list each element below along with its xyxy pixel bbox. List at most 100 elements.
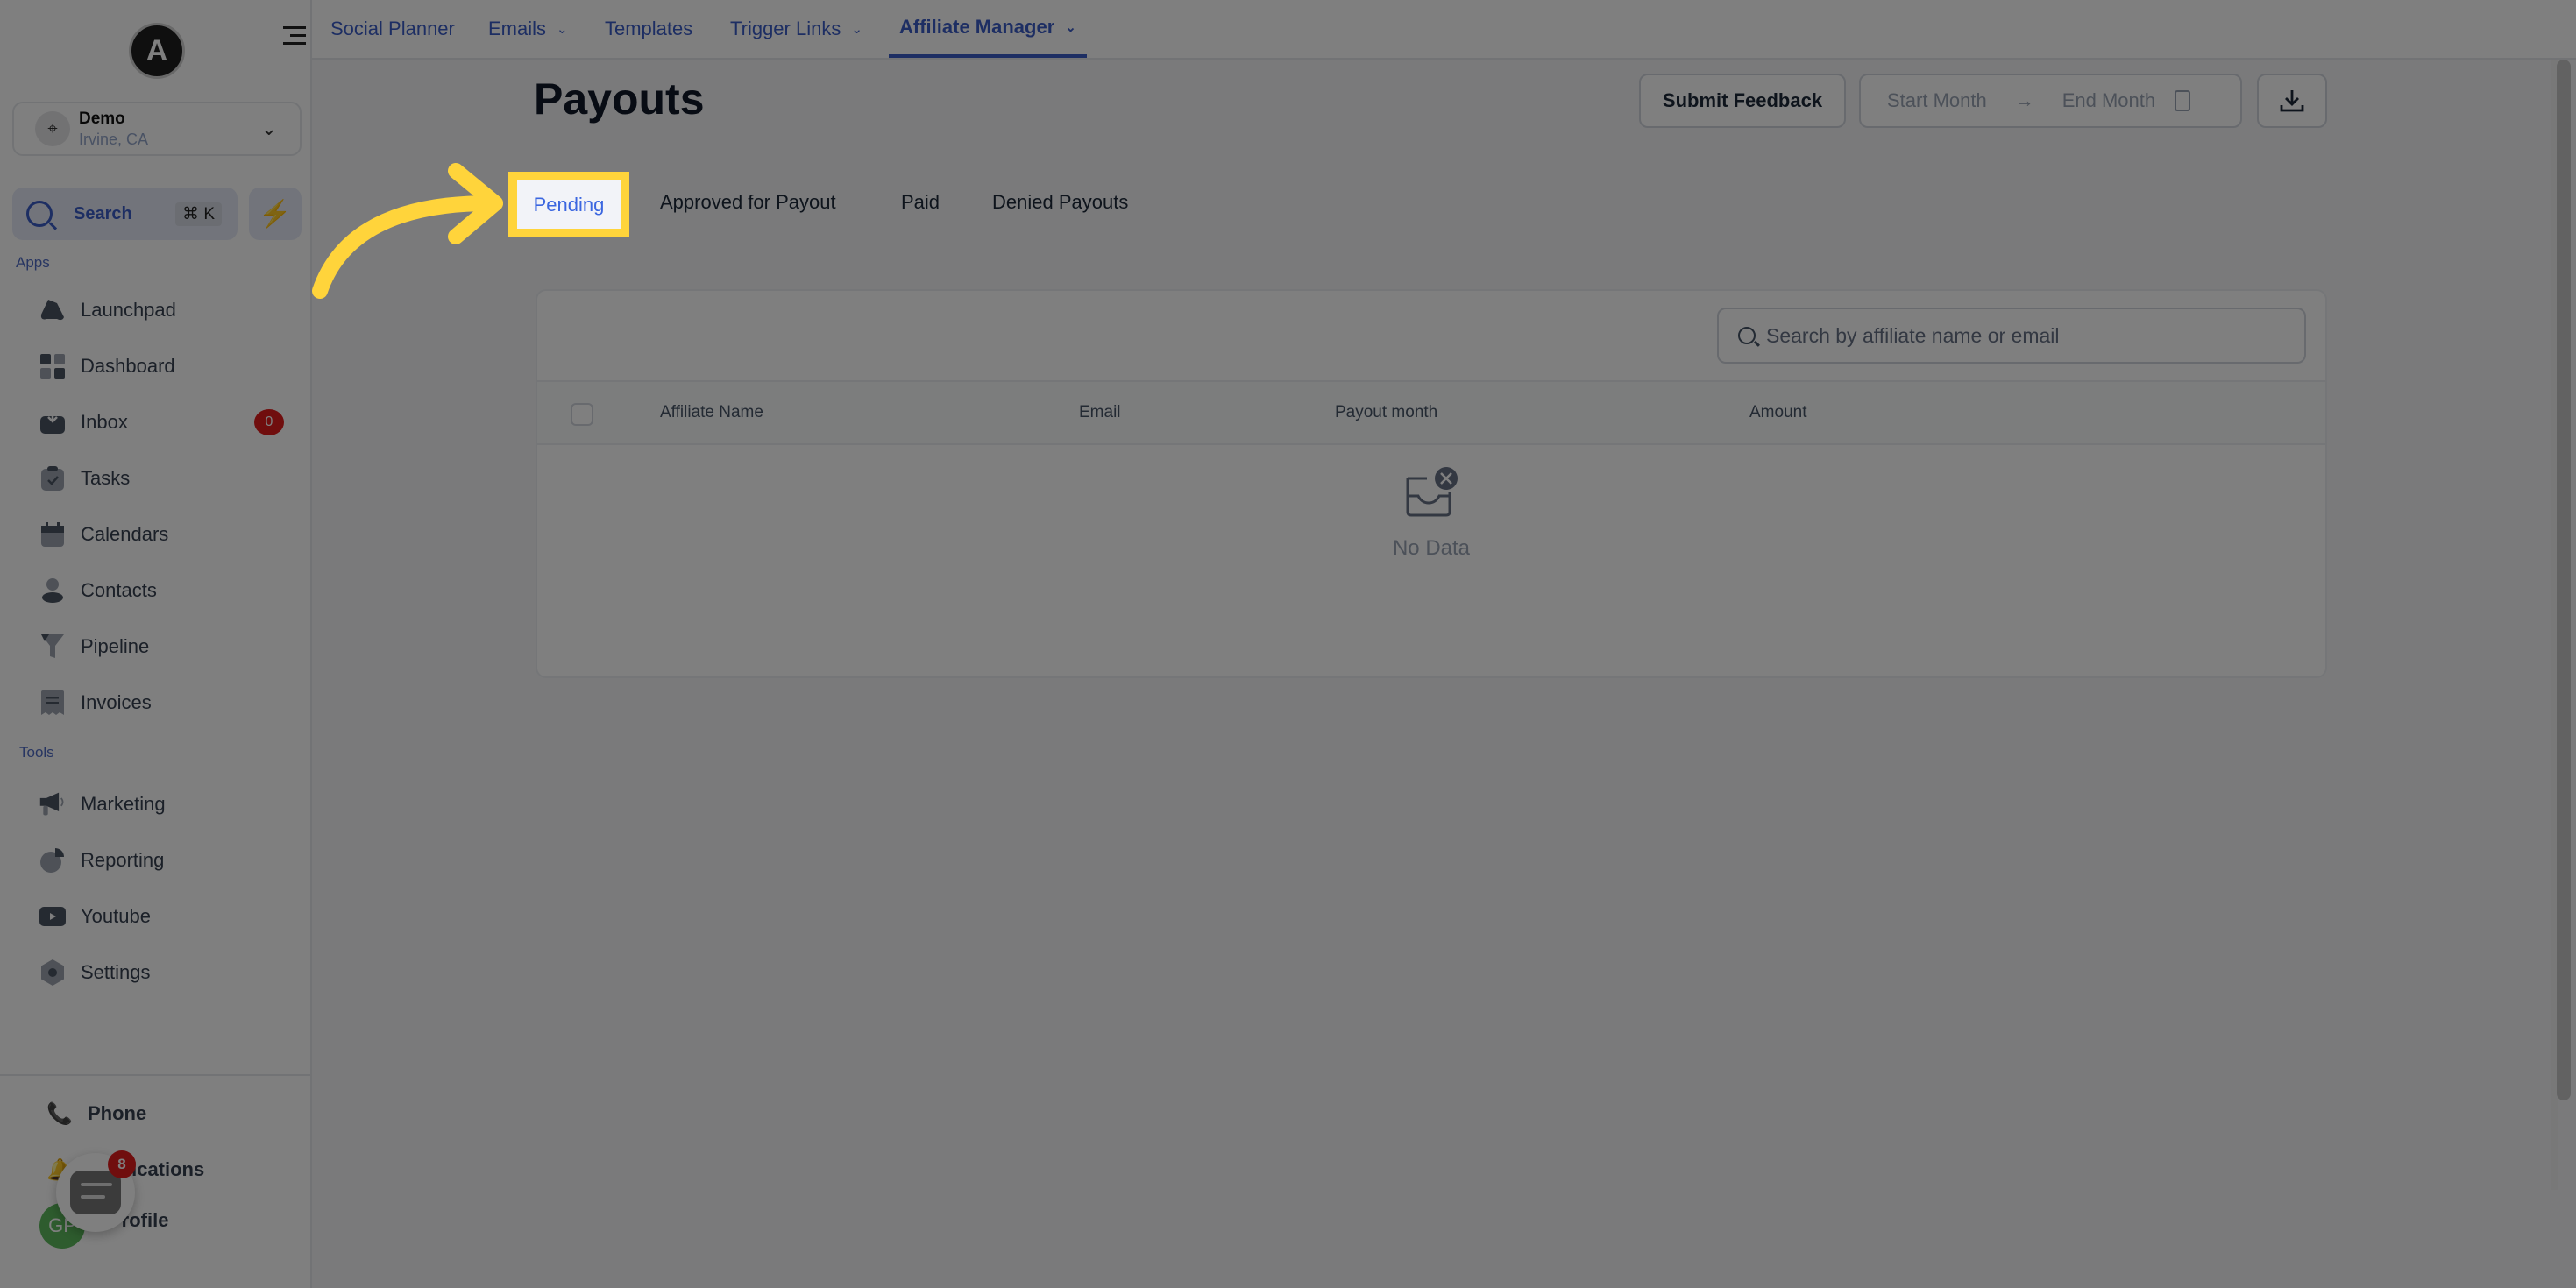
- topnav-trigger-links[interactable]: Trigger Links ⌄: [730, 0, 862, 58]
- payouts-table-card: Search by affiliate name or email Affili…: [536, 289, 2327, 678]
- tasks-icon: [39, 464, 67, 492]
- sidebar-item-label: Tasks: [81, 467, 131, 489]
- download-button[interactable]: [2257, 74, 2327, 128]
- column-header-affiliate-name[interactable]: Affiliate Name: [660, 403, 763, 422]
- search-icon: [1738, 327, 1756, 344]
- tab-paid[interactable]: Paid: [901, 182, 940, 223]
- chevron-down-icon: ⌄: [260, 117, 277, 139]
- sidebar-item-label: Invoices: [81, 691, 152, 713]
- table-header: Affiliate Name Email Payout month Amount: [537, 380, 2325, 445]
- inbox-icon: [39, 408, 67, 436]
- pie-chart-icon: [39, 846, 67, 874]
- page-title: Payouts: [534, 74, 705, 124]
- sidebar-item-phone[interactable]: 📞 Phone: [46, 1093, 291, 1134]
- sidebar-item-invoices[interactable]: Invoices: [39, 683, 284, 723]
- search-label: Search: [74, 203, 132, 223]
- topnav-label: Social Planner: [330, 18, 455, 39]
- tools-section-label: Tools: [19, 744, 54, 761]
- collapse-sidebar-icon[interactable]: [283, 26, 306, 49]
- topnav-templates[interactable]: Templates: [605, 0, 692, 58]
- location-pin-icon: ⌖: [35, 111, 70, 146]
- sidebar-item-reporting[interactable]: Reporting: [39, 840, 284, 881]
- app-logo[interactable]: A: [129, 23, 185, 79]
- sidebar-item-tasks[interactable]: Tasks: [39, 458, 284, 499]
- tab-approved-for-payout[interactable]: Approved for Payout: [660, 182, 836, 223]
- pipeline-icon: [39, 633, 67, 661]
- sidebar-item-label: Dashboard: [81, 355, 175, 377]
- invoices-icon: [39, 689, 67, 717]
- topnav-label: Trigger Links: [730, 18, 841, 39]
- select-all-checkbox[interactable]: [571, 403, 593, 426]
- chevron-down-icon: ⌄: [851, 22, 862, 37]
- sidebar-item-label: Reporting: [81, 849, 165, 871]
- topnav-social-planner[interactable]: Social Planner: [330, 0, 455, 58]
- empty-state-text: No Data: [1392, 536, 1471, 560]
- tab-label: Denied Payouts: [992, 191, 1129, 213]
- topnav-affiliate-manager[interactable]: Affiliate Manager ⌄: [889, 0, 1087, 58]
- submit-feedback-button[interactable]: Submit Feedback: [1639, 74, 1846, 128]
- sidebar-item-label: Pipeline: [81, 635, 150, 657]
- month-range-picker[interactable]: Start Month → End Month: [1859, 74, 2242, 128]
- sidebar-item-launchpad[interactable]: Launchpad: [39, 290, 284, 330]
- tab-denied-payouts[interactable]: Denied Payouts: [992, 182, 1128, 223]
- annotation-arrow-icon: [312, 163, 503, 299]
- settings-icon: [39, 959, 67, 987]
- sidebar-item-marketing[interactable]: Marketing: [39, 784, 284, 824]
- sidebar-search-button[interactable]: Search ⌘ K: [12, 188, 238, 240]
- sidebar-item-calendars[interactable]: Calendars: [39, 514, 284, 555]
- search-shortcut: ⌘ K: [175, 202, 222, 226]
- location-address: Irvine, CA: [79, 130, 149, 148]
- highlighted-tab-label: Pending: [533, 193, 605, 216]
- sidebar-item-label: Calendars: [81, 523, 169, 545]
- highlighted-tab-pending[interactable]: Pending: [508, 172, 629, 237]
- sidebar-divider: [0, 1074, 312, 1076]
- scrollbar-thumb[interactable]: [2557, 60, 2571, 1100]
- sidebar-item-inbox[interactable]: Inbox 0: [39, 402, 284, 442]
- sidebar-item-label: Settings: [81, 961, 151, 983]
- sidebar-item-pipeline[interactable]: Pipeline: [39, 626, 284, 667]
- location-switcher[interactable]: ⌖ Demo Irvine, CA ⌄: [12, 102, 302, 156]
- calendar-icon: [39, 520, 67, 548]
- start-month-input[interactable]: Start Month: [1887, 89, 1987, 112]
- column-header-email[interactable]: Email: [1079, 403, 1121, 422]
- megaphone-icon: [39, 790, 67, 818]
- location-name: Demo: [79, 109, 125, 128]
- sidebar-item-contacts[interactable]: Contacts: [39, 570, 284, 611]
- top-nav: Social Planner Emails ⌄ Templates Trigger…: [312, 0, 2576, 60]
- chevron-down-icon: ⌄: [1065, 20, 1076, 35]
- youtube-icon: [39, 902, 67, 931]
- sidebar-item-label: Phone: [88, 1102, 147, 1124]
- tab-label: Paid: [901, 191, 940, 213]
- search-icon: [26, 201, 53, 227]
- sidebar-item-settings[interactable]: Settings: [39, 952, 284, 993]
- end-month-input[interactable]: End Month: [2062, 89, 2155, 112]
- download-icon: [2280, 90, 2304, 112]
- inbox-count-badge: 0: [254, 409, 284, 435]
- dashboard-icon: [39, 352, 67, 380]
- phone-icon: 📞: [46, 1101, 73, 1126]
- sidebar-item-label: Launchpad: [81, 299, 176, 321]
- sidebar-item-label: Marketing: [81, 793, 166, 815]
- chat-icon: [70, 1171, 121, 1214]
- column-header-amount[interactable]: Amount: [1749, 403, 1806, 422]
- apps-section-label: Apps: [16, 254, 50, 271]
- contacts-icon: [39, 577, 67, 605]
- empty-state: No Data: [537, 466, 2325, 561]
- topnav-emails[interactable]: Emails ⌄: [488, 0, 568, 58]
- topnav-label: Templates: [605, 18, 693, 39]
- arrow-right-icon: →: [2014, 89, 2034, 111]
- sidebar-item-label: Inbox: [81, 411, 128, 433]
- launchpad-icon: [39, 296, 67, 324]
- calendar-icon: [2175, 90, 2191, 111]
- topnav-label: Emails: [488, 18, 547, 39]
- topnav-label: Affiliate Manager: [899, 16, 1055, 38]
- sidebar: A ⌖ Demo Irvine, CA ⌄ Search ⌘ K ⚡ Apps …: [0, 0, 312, 1288]
- affiliate-search-input[interactable]: Search by affiliate name or email: [1717, 308, 2306, 364]
- sidebar-item-dashboard[interactable]: Dashboard: [39, 346, 284, 386]
- column-header-payout-month[interactable]: Payout month: [1335, 403, 1437, 422]
- sidebar-item-youtube[interactable]: Youtube: [39, 896, 284, 937]
- tab-label: Approved for Payout: [660, 191, 836, 213]
- lightning-icon: ⚡: [259, 199, 292, 229]
- quick-actions-button[interactable]: ⚡: [249, 188, 302, 240]
- chat-unread-badge: 8: [108, 1150, 136, 1178]
